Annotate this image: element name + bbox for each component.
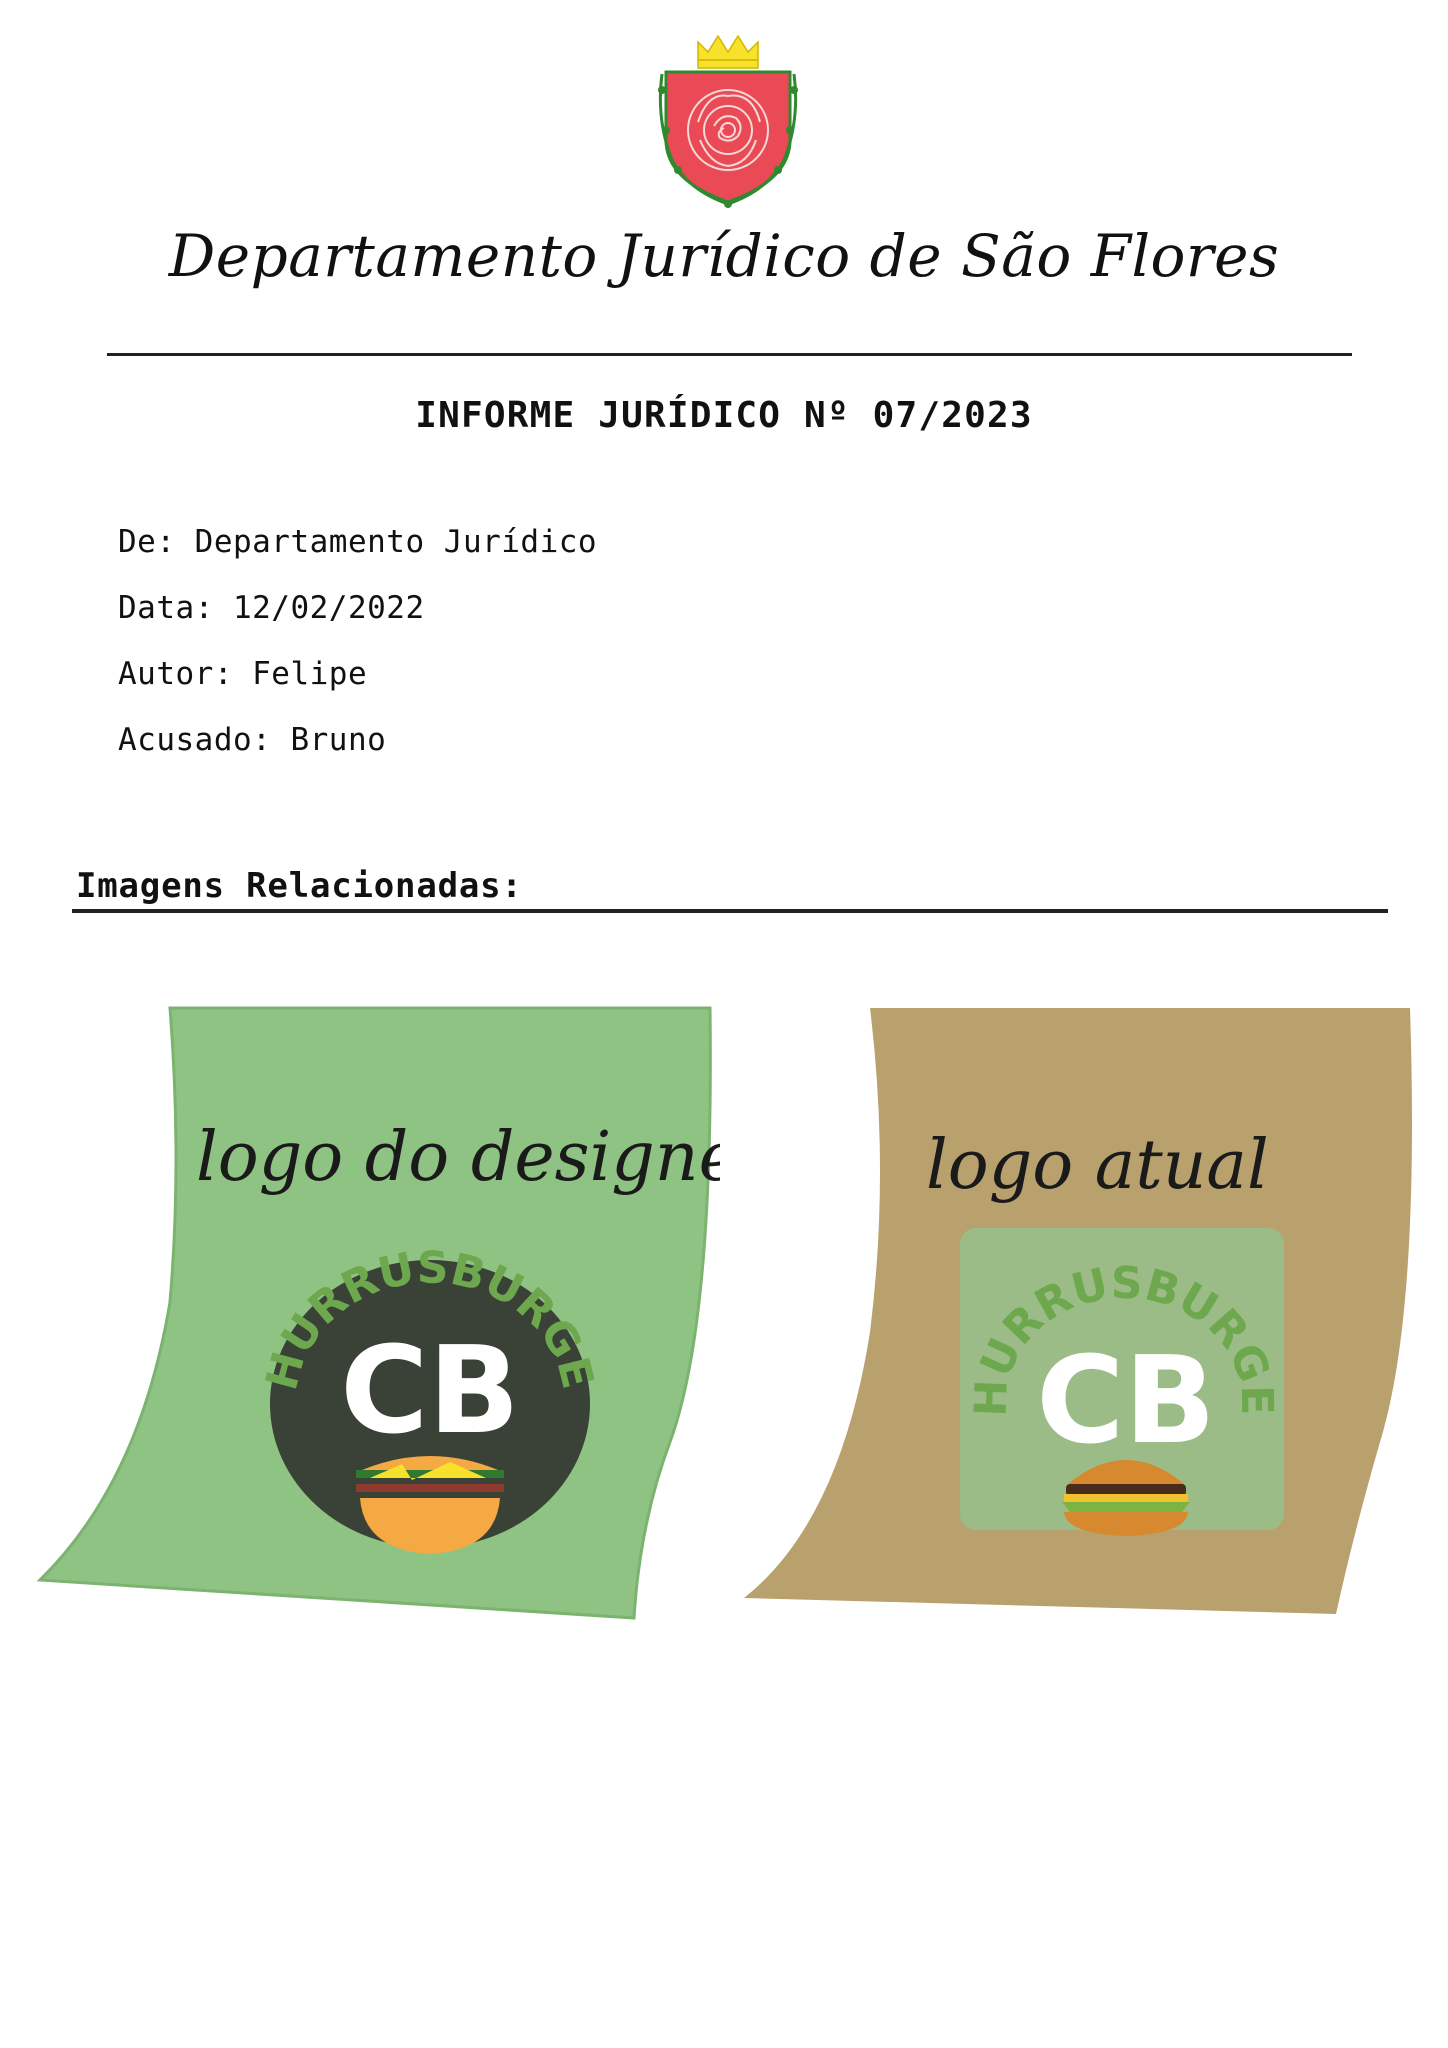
designer-logo-sheet: logo do designer CHURRUSBURGER CB xyxy=(30,1002,720,1628)
section-divider xyxy=(72,909,1388,913)
meta-author: Autor: Felipe xyxy=(118,656,368,692)
meta-from: De: Departamento Jurídico xyxy=(118,524,598,560)
meta-accused: Acusado: Bruno xyxy=(118,722,387,758)
sheet-label: logo atual xyxy=(926,1126,1269,1205)
meta-date: Data: 12/02/2022 xyxy=(118,590,425,626)
current-logo-sheet: logo atual CHURRUSBURGER CB xyxy=(730,1002,1420,1628)
department-title: Departamento Jurídico de São Flores xyxy=(168,222,1280,290)
svg-text:CB: CB xyxy=(1036,1332,1216,1471)
section-title: Imagens Relacionadas: xyxy=(76,866,523,906)
crown-icon xyxy=(697,34,759,69)
header-divider xyxy=(107,353,1352,356)
sheet-label: logo do designer xyxy=(196,1118,720,1197)
document-title: INFORME JURÍDICO Nº 07/2023 xyxy=(415,395,1033,436)
svg-text:CB: CB xyxy=(340,1322,520,1461)
rose-crest-icon xyxy=(648,30,808,208)
